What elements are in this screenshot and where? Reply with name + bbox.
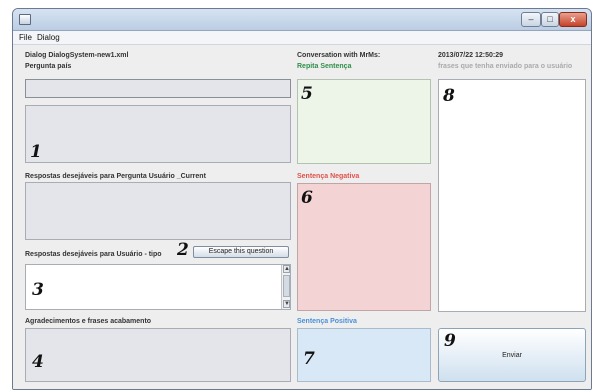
marker-1: 1 <box>30 142 42 162</box>
scroll-thumb[interactable] <box>283 275 290 297</box>
closing-phrases-label: Agradecimentos e frases acabamento <box>25 318 152 325</box>
app-icon <box>19 14 31 25</box>
country-question-label: Pergunta país <box>25 63 72 70</box>
marker-6: 6 <box>301 188 313 208</box>
maximize-button[interactable]: □ <box>541 12 559 27</box>
question-display-area[interactable] <box>25 105 291 163</box>
marker-8: 8 <box>443 86 455 106</box>
menu-bar: File Dialog <box>13 31 591 45</box>
main-content: Dialog DialogSystem-new1.xml Pergunta pa… <box>13 45 591 389</box>
timestamp: 2013/07/22 12:50:29 <box>438 52 503 59</box>
country-question-field[interactable] <box>25 79 291 98</box>
title-bar: – □ x <box>13 9 591 31</box>
repeat-sentence-label: Repita Sentença <box>297 63 352 70</box>
repeat-sentence-area[interactable] <box>297 79 431 164</box>
marker-3: 3 <box>32 280 44 300</box>
marker-9: 9 <box>444 331 456 351</box>
dialog-file-label: Dialog DialogSystem-new1.xml <box>25 52 129 59</box>
minimize-button[interactable]: – <box>521 12 541 27</box>
menu-file[interactable]: File <box>19 32 32 44</box>
answer-type-list[interactable]: ▲ ▼ <box>25 264 291 310</box>
application-window: – □ x File Dialog Dialog DialogSystem-ne… <box>12 8 592 390</box>
positive-sentence-area[interactable] <box>297 328 431 382</box>
scroll-down-icon[interactable]: ▼ <box>283 300 290 308</box>
sent-phrases-list[interactable] <box>438 79 586 312</box>
escape-question-button[interactable]: Escape this question <box>193 246 289 258</box>
marker-5: 5 <box>301 84 313 104</box>
menu-dialog[interactable]: Dialog <box>37 32 60 44</box>
send-button[interactable]: Enviar <box>438 328 586 382</box>
positive-sentence-label: Sentença Positiva <box>297 318 357 325</box>
desired-answers-current-area[interactable] <box>25 182 291 240</box>
close-button[interactable]: x <box>559 12 587 27</box>
closing-phrases-area[interactable] <box>25 328 291 382</box>
conversation-label: Conversation with MrMs: <box>297 52 381 59</box>
list-scrollbar[interactable]: ▲ ▼ <box>281 265 290 309</box>
desired-answers-current-label: Respostas desejáveis para Pergunta Usuár… <box>25 173 206 180</box>
sent-phrases-label: frases que tenha enviado para o usuário <box>438 63 573 70</box>
marker-4: 4 <box>32 352 44 372</box>
negative-sentence-area[interactable] <box>297 183 431 311</box>
scroll-up-icon[interactable]: ▲ <box>283 265 290 273</box>
desired-answers-type-label: Respostas desejáveis para Usuário - tipo <box>25 251 162 258</box>
send-button-label: Enviar <box>502 352 522 359</box>
marker-7: 7 <box>303 349 315 369</box>
negative-sentence-label: Sentença Negativa <box>297 173 360 180</box>
marker-2: 2 <box>177 240 189 260</box>
